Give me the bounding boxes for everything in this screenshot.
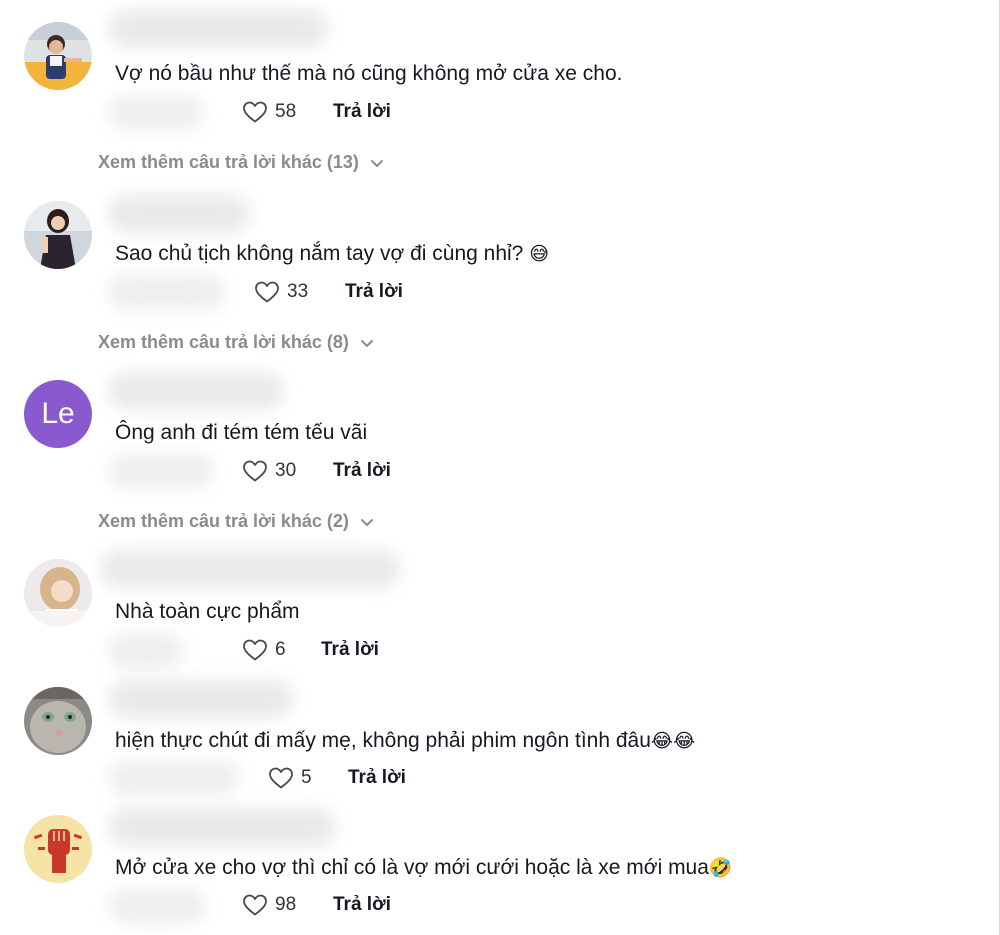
- like-count: 6: [275, 639, 286, 660]
- view-more-replies-button[interactable]: Xem thêm câu trả lời khác (2): [98, 511, 375, 532]
- avatar-photo: [24, 815, 92, 883]
- username-redacted: [108, 808, 336, 846]
- avatar[interactable]: [24, 559, 92, 627]
- like-button[interactable]: 58: [242, 96, 296, 128]
- like-count: 33: [287, 281, 309, 302]
- avatar[interactable]: [24, 687, 92, 755]
- comment-text: Mở cửa xe cho vợ thì chỉ có là vợ mới cư…: [115, 856, 733, 879]
- chevron-down-icon: [360, 518, 373, 526]
- comment-text: Vợ nó bầu như thế mà nó cũng không mở cử…: [115, 62, 623, 85]
- heart-icon: [243, 639, 267, 661]
- like-count: 30: [275, 460, 297, 481]
- view-more-replies-button[interactable]: Xem thêm câu trả lời khác (8): [98, 332, 375, 353]
- timestamp-redacted: [108, 633, 184, 669]
- avatar-photo: [24, 201, 92, 269]
- emoji: 😅: [529, 244, 550, 265]
- chevron-down-icon: [360, 339, 373, 347]
- reply-button[interactable]: Trả lời: [321, 639, 379, 661]
- avatar[interactable]: Le: [24, 380, 92, 448]
- view-more-replies-label: Xem thêm câu trả lời khác (8): [98, 332, 349, 352]
- heart-icon: [243, 460, 267, 482]
- username-redacted: [100, 550, 400, 588]
- avatar-photo: [24, 559, 92, 627]
- timestamp-redacted: [108, 95, 204, 131]
- comment-text: Nhà toàn cực phẩm: [115, 600, 300, 623]
- heart-icon: [243, 101, 267, 123]
- comment-text: hiện thực chút đi mấy mẹ, không phải phi…: [115, 729, 696, 752]
- reply-button[interactable]: Trả lời: [345, 281, 403, 303]
- reply-button[interactable]: Trả lời: [333, 101, 391, 123]
- view-more-replies-button[interactable]: Xem thêm câu trả lời khác (13): [98, 152, 385, 173]
- avatar[interactable]: [24, 201, 92, 269]
- timestamp-redacted: [108, 453, 214, 489]
- avatar-photo: [24, 687, 92, 755]
- view-more-replies-label: Xem thêm câu trả lời khác (13): [98, 152, 359, 172]
- view-more-replies-label: Xem thêm câu trả lời khác (2): [98, 511, 349, 531]
- like-button[interactable]: 30: [242, 455, 296, 487]
- like-count: 58: [275, 101, 297, 122]
- heart-icon: [255, 281, 279, 303]
- comment-text: Sao chủ tịch không nắm tay vợ đi cùng nh…: [115, 242, 550, 265]
- like-button[interactable]: 98: [242, 889, 296, 921]
- emoji: 😂😂: [650, 731, 696, 752]
- like-button[interactable]: 33: [254, 276, 308, 308]
- chevron-down-icon: [370, 159, 383, 167]
- avatar-initials: Le: [41, 397, 75, 430]
- avatar[interactable]: [24, 22, 92, 90]
- timestamp-redacted: [108, 760, 240, 796]
- comment-text: Ông anh đi tém tém tếu vãi: [115, 421, 368, 444]
- username-redacted: [108, 680, 294, 718]
- avatar[interactable]: [24, 815, 92, 883]
- heart-icon: [269, 767, 293, 789]
- reply-button[interactable]: Trả lời: [333, 460, 391, 482]
- timestamp-redacted: [108, 888, 206, 924]
- username-redacted: [108, 195, 250, 233]
- like-button[interactable]: 6: [242, 634, 286, 666]
- like-count: 5: [301, 767, 312, 788]
- like-count: 98: [275, 894, 297, 915]
- emoji: 🤣: [708, 858, 733, 879]
- timestamp-redacted: [108, 274, 226, 310]
- username-redacted: [108, 372, 284, 410]
- reply-button[interactable]: Trả lời: [333, 894, 391, 916]
- like-button[interactable]: 5: [268, 762, 312, 794]
- reply-button[interactable]: Trả lời: [348, 767, 406, 789]
- heart-icon: [243, 894, 267, 916]
- comments-panel: Vợ nó bầu như thế mà nó cũng không mở cử…: [0, 0, 1000, 935]
- username-redacted: [108, 10, 328, 48]
- avatar-photo: [24, 22, 92, 90]
